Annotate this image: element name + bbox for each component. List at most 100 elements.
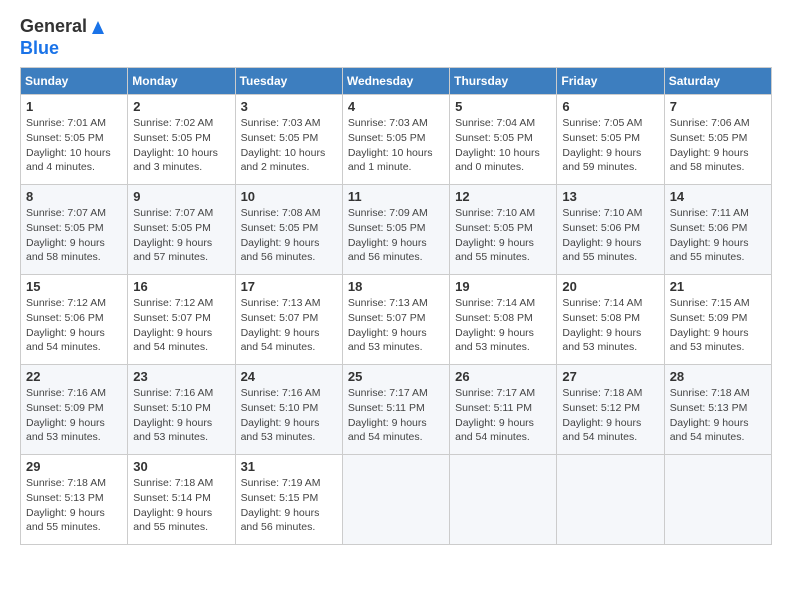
day-number: 13 [562,189,658,204]
day-number: 5 [455,99,551,114]
calendar-week-row: 8 Sunrise: 7:07 AM Sunset: 5:05 PM Dayli… [21,185,772,275]
day-number: 28 [670,369,766,384]
calendar-cell: 15 Sunrise: 7:12 AM Sunset: 5:06 PM Dayl… [21,275,128,365]
day-number: 9 [133,189,229,204]
weekday-header-cell: Friday [557,68,664,95]
calendar-cell: 18 Sunrise: 7:13 AM Sunset: 5:07 PM Dayl… [342,275,449,365]
day-number: 8 [26,189,122,204]
day-info: Sunrise: 7:18 AM Sunset: 5:14 PM Dayligh… [133,476,229,535]
day-info: Sunrise: 7:07 AM Sunset: 5:05 PM Dayligh… [26,206,122,265]
day-number: 17 [241,279,337,294]
day-info: Sunrise: 7:10 AM Sunset: 5:05 PM Dayligh… [455,206,551,265]
day-info: Sunrise: 7:09 AM Sunset: 5:05 PM Dayligh… [348,206,444,265]
calendar-cell: 30 Sunrise: 7:18 AM Sunset: 5:14 PM Dayl… [128,455,235,545]
day-info: Sunrise: 7:05 AM Sunset: 5:05 PM Dayligh… [562,116,658,175]
calendar-cell: 23 Sunrise: 7:16 AM Sunset: 5:10 PM Dayl… [128,365,235,455]
calendar-cell [450,455,557,545]
calendar-cell: 11 Sunrise: 7:09 AM Sunset: 5:05 PM Dayl… [342,185,449,275]
day-info: Sunrise: 7:04 AM Sunset: 5:05 PM Dayligh… [455,116,551,175]
day-info: Sunrise: 7:17 AM Sunset: 5:11 PM Dayligh… [455,386,551,445]
calendar-cell: 3 Sunrise: 7:03 AM Sunset: 5:05 PM Dayli… [235,95,342,185]
logo-text: General Blue [20,16,107,59]
day-info: Sunrise: 7:16 AM Sunset: 5:10 PM Dayligh… [241,386,337,445]
day-info: Sunrise: 7:02 AM Sunset: 5:05 PM Dayligh… [133,116,229,175]
weekday-header-cell: Wednesday [342,68,449,95]
day-number: 10 [241,189,337,204]
calendar-table: SundayMondayTuesdayWednesdayThursdayFrid… [20,67,772,545]
day-info: Sunrise: 7:18 AM Sunset: 5:13 PM Dayligh… [670,386,766,445]
calendar-cell [664,455,771,545]
day-number: 19 [455,279,551,294]
weekday-header-cell: Tuesday [235,68,342,95]
day-info: Sunrise: 7:11 AM Sunset: 5:06 PM Dayligh… [670,206,766,265]
calendar-cell: 21 Sunrise: 7:15 AM Sunset: 5:09 PM Dayl… [664,275,771,365]
calendar-cell: 14 Sunrise: 7:11 AM Sunset: 5:06 PM Dayl… [664,185,771,275]
calendar-cell [557,455,664,545]
day-info: Sunrise: 7:12 AM Sunset: 5:06 PM Dayligh… [26,296,122,355]
calendar-cell: 8 Sunrise: 7:07 AM Sunset: 5:05 PM Dayli… [21,185,128,275]
day-number: 21 [670,279,766,294]
day-info: Sunrise: 7:12 AM Sunset: 5:07 PM Dayligh… [133,296,229,355]
calendar-cell: 10 Sunrise: 7:08 AM Sunset: 5:05 PM Dayl… [235,185,342,275]
day-info: Sunrise: 7:18 AM Sunset: 5:12 PM Dayligh… [562,386,658,445]
day-info: Sunrise: 7:18 AM Sunset: 5:13 PM Dayligh… [26,476,122,535]
day-info: Sunrise: 7:15 AM Sunset: 5:09 PM Dayligh… [670,296,766,355]
calendar-cell: 31 Sunrise: 7:19 AM Sunset: 5:15 PM Dayl… [235,455,342,545]
calendar-cell: 26 Sunrise: 7:17 AM Sunset: 5:11 PM Dayl… [450,365,557,455]
day-info: Sunrise: 7:01 AM Sunset: 5:05 PM Dayligh… [26,116,122,175]
calendar-cell: 28 Sunrise: 7:18 AM Sunset: 5:13 PM Dayl… [664,365,771,455]
weekday-header-cell: Monday [128,68,235,95]
calendar-cell: 22 Sunrise: 7:16 AM Sunset: 5:09 PM Dayl… [21,365,128,455]
calendar-week-row: 1 Sunrise: 7:01 AM Sunset: 5:05 PM Dayli… [21,95,772,185]
calendar-cell: 24 Sunrise: 7:16 AM Sunset: 5:10 PM Dayl… [235,365,342,455]
day-info: Sunrise: 7:13 AM Sunset: 5:07 PM Dayligh… [241,296,337,355]
calendar-week-row: 29 Sunrise: 7:18 AM Sunset: 5:13 PM Dayl… [21,455,772,545]
day-number: 18 [348,279,444,294]
day-info: Sunrise: 7:16 AM Sunset: 5:10 PM Dayligh… [133,386,229,445]
calendar-cell: 20 Sunrise: 7:14 AM Sunset: 5:08 PM Dayl… [557,275,664,365]
calendar-cell: 9 Sunrise: 7:07 AM Sunset: 5:05 PM Dayli… [128,185,235,275]
day-number: 22 [26,369,122,384]
day-info: Sunrise: 7:03 AM Sunset: 5:05 PM Dayligh… [348,116,444,175]
weekday-header-cell: Saturday [664,68,771,95]
calendar-cell: 7 Sunrise: 7:06 AM Sunset: 5:05 PM Dayli… [664,95,771,185]
calendar-cell: 6 Sunrise: 7:05 AM Sunset: 5:05 PM Dayli… [557,95,664,185]
day-number: 27 [562,369,658,384]
calendar-cell: 19 Sunrise: 7:14 AM Sunset: 5:08 PM Dayl… [450,275,557,365]
day-number: 7 [670,99,766,114]
calendar-cell: 2 Sunrise: 7:02 AM Sunset: 5:05 PM Dayli… [128,95,235,185]
day-number: 29 [26,459,122,474]
day-info: Sunrise: 7:08 AM Sunset: 5:05 PM Dayligh… [241,206,337,265]
day-info: Sunrise: 7:03 AM Sunset: 5:05 PM Dayligh… [241,116,337,175]
day-info: Sunrise: 7:16 AM Sunset: 5:09 PM Dayligh… [26,386,122,445]
day-info: Sunrise: 7:17 AM Sunset: 5:11 PM Dayligh… [348,386,444,445]
day-number: 6 [562,99,658,114]
day-number: 20 [562,279,658,294]
day-number: 25 [348,369,444,384]
calendar-cell: 17 Sunrise: 7:13 AM Sunset: 5:07 PM Dayl… [235,275,342,365]
day-number: 1 [26,99,122,114]
calendar-cell: 4 Sunrise: 7:03 AM Sunset: 5:05 PM Dayli… [342,95,449,185]
calendar-body: 1 Sunrise: 7:01 AM Sunset: 5:05 PM Dayli… [21,95,772,545]
calendar-cell: 13 Sunrise: 7:10 AM Sunset: 5:06 PM Dayl… [557,185,664,275]
logo-triangle-icon [89,18,107,36]
day-info: Sunrise: 7:14 AM Sunset: 5:08 PM Dayligh… [455,296,551,355]
day-number: 12 [455,189,551,204]
calendar-week-row: 22 Sunrise: 7:16 AM Sunset: 5:09 PM Dayl… [21,365,772,455]
day-info: Sunrise: 7:13 AM Sunset: 5:07 PM Dayligh… [348,296,444,355]
day-info: Sunrise: 7:19 AM Sunset: 5:15 PM Dayligh… [241,476,337,535]
day-info: Sunrise: 7:06 AM Sunset: 5:05 PM Dayligh… [670,116,766,175]
day-info: Sunrise: 7:14 AM Sunset: 5:08 PM Dayligh… [562,296,658,355]
weekday-header-cell: Sunday [21,68,128,95]
day-number: 30 [133,459,229,474]
calendar-cell: 27 Sunrise: 7:18 AM Sunset: 5:12 PM Dayl… [557,365,664,455]
day-number: 15 [26,279,122,294]
calendar-cell: 12 Sunrise: 7:10 AM Sunset: 5:05 PM Dayl… [450,185,557,275]
day-number: 11 [348,189,444,204]
day-number: 24 [241,369,337,384]
day-number: 4 [348,99,444,114]
page-header: General Blue [20,16,772,59]
calendar-cell: 5 Sunrise: 7:04 AM Sunset: 5:05 PM Dayli… [450,95,557,185]
logo: General Blue [20,16,107,59]
calendar-cell: 25 Sunrise: 7:17 AM Sunset: 5:11 PM Dayl… [342,365,449,455]
